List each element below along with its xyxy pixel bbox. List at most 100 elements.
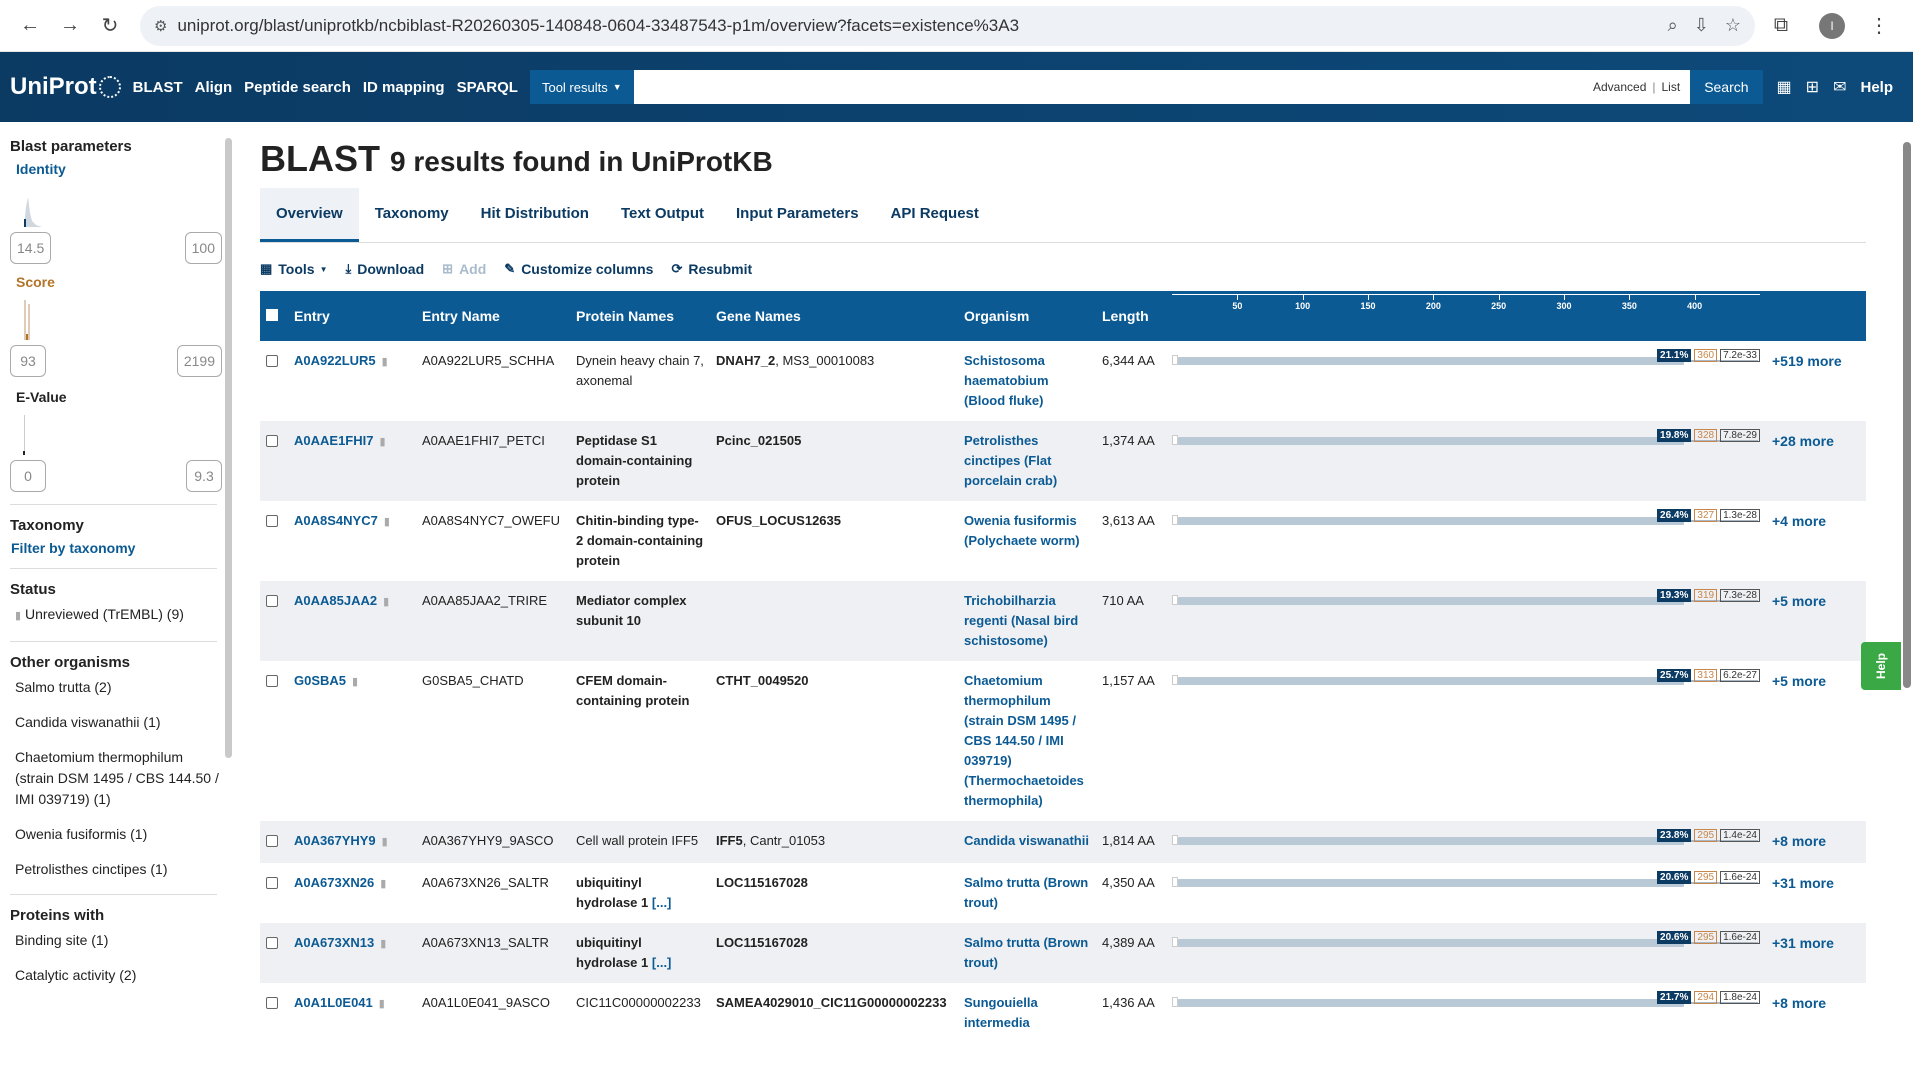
hsp-track[interactable]: 25.7% 313 6.2e-27 — [1172, 669, 1760, 689]
more-hsps-link[interactable]: +5 more — [1772, 673, 1826, 689]
hsp-bar[interactable] — [1177, 357, 1684, 365]
column-header-protein-names[interactable]: Protein Names — [570, 291, 710, 341]
logo-text[interactable]: UniProt — [10, 73, 97, 101]
tab-text-output[interactable]: Text Output — [605, 188, 720, 242]
nav-peptide-search[interactable]: Peptide search — [244, 79, 351, 96]
forward-icon[interactable]: → — [52, 8, 88, 44]
hsp-bar[interactable] — [1177, 437, 1684, 445]
tab-taxonomy[interactable]: Taxonomy — [359, 188, 465, 242]
organism-link[interactable]: Sungouiella intermedia — [964, 995, 1038, 1030]
row-checkbox[interactable] — [266, 997, 278, 1009]
extensions-icon[interactable]: ⧉ — [1763, 8, 1799, 44]
row-checkbox[interactable] — [266, 675, 278, 687]
organism-filter-item[interactable]: Owenia fusiformis (1) — [15, 824, 222, 845]
score-histogram[interactable] — [22, 290, 222, 345]
download-button[interactable]: ⤓ Download — [346, 261, 425, 277]
help-side-tab[interactable]: Help — [1861, 642, 1901, 690]
hsp-bar[interactable] — [1177, 999, 1684, 1007]
hsp-bar[interactable] — [1177, 939, 1684, 947]
more-hsps-link[interactable]: +8 more — [1772, 995, 1826, 1011]
zoom-icon[interactable]: ⌕ — [1668, 15, 1678, 36]
install-app-icon[interactable]: ⇩ — [1694, 15, 1709, 36]
hsp-track[interactable]: 19.3% 319 7.3e-28 — [1172, 589, 1760, 609]
score-max-input[interactable]: 2199 — [176, 345, 222, 377]
add-button[interactable]: ⊞ Add — [442, 261, 486, 277]
toolbox-icon[interactable]: ▦ — [1777, 77, 1792, 97]
profile-avatar[interactable]: I — [1819, 12, 1845, 39]
bookmark-star-icon[interactable]: ☆ — [1725, 15, 1741, 36]
score-min-input[interactable]: 93 — [10, 345, 46, 377]
nav-sparql[interactable]: SPARQL — [457, 79, 518, 96]
hsp-track[interactable]: 19.8% 328 7.8e-29 — [1172, 429, 1760, 449]
organism-link[interactable]: Petrolisthes cinctipes (Flat porcelain c… — [964, 433, 1057, 488]
row-checkbox[interactable] — [266, 595, 278, 607]
identity-max-input[interactable]: 100 — [184, 232, 222, 264]
more-hsps-link[interactable]: +28 more — [1772, 433, 1834, 449]
url-text[interactable]: uniprot.org/blast/uniprotkb/ncbiblast-R2… — [177, 16, 1651, 36]
status-unreviewed[interactable]: ▮ Unreviewed (TrEMBL) (9) — [15, 604, 222, 627]
hsp-track[interactable]: 26.4% 327 1.3e-28 — [1172, 509, 1760, 529]
organism-filter-item[interactable]: Candida viswanathii (1) — [15, 712, 222, 733]
uniprot-logo[interactable]: UniProt — [10, 73, 121, 101]
basket-icon[interactable]: ⊞ — [1806, 77, 1819, 97]
sidebar-scrollbar[interactable] — [225, 138, 232, 758]
more-hsps-link[interactable]: +8 more — [1772, 833, 1826, 849]
tools-button[interactable]: ▦ Tools ▼ — [260, 261, 328, 277]
entry-link[interactable]: A0A673XN26 — [294, 875, 374, 890]
row-checkbox[interactable] — [266, 355, 278, 367]
row-checkbox[interactable] — [266, 515, 278, 527]
mail-icon[interactable]: ✉ — [1833, 77, 1846, 97]
entry-link[interactable]: A0A367YHY9 — [294, 833, 376, 848]
organism-link[interactable]: Candida viswanathii — [964, 833, 1089, 848]
more-hsps-link[interactable]: +31 more — [1772, 935, 1834, 951]
nav-id-mapping[interactable]: ID mapping — [363, 79, 445, 96]
browser-menu-icon[interactable]: ⋮ — [1861, 8, 1897, 44]
entry-link[interactable]: A0A673XN13 — [294, 935, 374, 950]
entry-link[interactable]: A0A922LUR5 — [294, 353, 376, 368]
column-header-organism[interactable]: Organism — [958, 291, 1096, 341]
reload-icon[interactable]: ↻ — [92, 8, 128, 44]
row-checkbox[interactable] — [266, 835, 278, 847]
entry-link[interactable]: A0AAE1FHI7 — [294, 433, 373, 448]
search-input[interactable]: Advanced | List — [633, 70, 1691, 104]
organism-link[interactable]: Trichobilharzia regenti (Nasal bird schi… — [964, 593, 1078, 648]
more-hsps-link[interactable]: +519 more — [1772, 353, 1842, 369]
identity-min-input[interactable]: 14.5 — [10, 232, 52, 264]
evalue-histogram[interactable] — [22, 405, 222, 460]
entry-link[interactable]: A0A1L0E041 — [294, 995, 373, 1010]
advanced-search-link[interactable]: Advanced — [1593, 80, 1646, 94]
tab-hit-distribution[interactable]: Hit Distribution — [465, 188, 605, 242]
tab-api-request[interactable]: API Request — [875, 188, 995, 242]
more-hsps-link[interactable]: +31 more — [1772, 875, 1834, 891]
organism-link[interactable]: Salmo trutta (Brown trout) — [964, 935, 1088, 970]
nav-align[interactable]: Align — [195, 79, 233, 96]
back-icon[interactable]: ← — [12, 8, 48, 44]
site-settings-icon[interactable]: ⚙ — [154, 17, 167, 35]
hsp-track[interactable]: 20.6% 295 1.6e-24 — [1172, 871, 1760, 891]
tab-overview[interactable]: Overview — [260, 188, 359, 242]
help-link[interactable]: Help — [1860, 79, 1893, 96]
organism-filter-item[interactable]: Chaetomium thermophilum (strain DSM 1495… — [15, 747, 222, 810]
organism-link[interactable]: Salmo trutta (Brown trout) — [964, 875, 1088, 910]
hsp-track[interactable]: 21.1% 360 7.2e-33 — [1172, 349, 1760, 369]
nav-blast[interactable]: BLAST — [133, 79, 183, 96]
hsp-bar[interactable] — [1177, 597, 1684, 605]
entry-link[interactable]: A0A8S4NYC7 — [294, 513, 378, 528]
tool-results-dropdown[interactable]: Tool results ▼ — [529, 70, 634, 104]
page-scrollbar[interactable] — [1903, 142, 1911, 688]
row-checkbox[interactable] — [266, 937, 278, 949]
search-button[interactable]: Search — [1690, 70, 1763, 104]
organism-filter-item[interactable]: Petrolisthes cinctipes (1) — [15, 859, 222, 880]
row-checkbox[interactable] — [266, 877, 278, 889]
resubmit-button[interactable]: ⟳ Resubmit — [671, 261, 752, 277]
column-header-entry[interactable]: Entry — [288, 291, 416, 341]
hsp-track[interactable]: 23.8% 295 1.4e-24 — [1172, 829, 1760, 849]
entry-link[interactable]: G0SBA5 — [294, 673, 346, 688]
evalue-max-input[interactable]: 9.3 — [186, 460, 222, 492]
more-hsps-link[interactable]: +5 more — [1772, 593, 1826, 609]
entry-link[interactable]: A0AA85JAA2 — [294, 593, 377, 608]
proteins-with-item[interactable]: Catalytic activity (2) — [15, 965, 222, 986]
hsp-track[interactable]: 20.6% 295 1.6e-24 — [1172, 931, 1760, 951]
column-header-length[interactable]: Length — [1096, 291, 1166, 341]
expand-protein-link[interactable]: [...] — [652, 955, 672, 970]
